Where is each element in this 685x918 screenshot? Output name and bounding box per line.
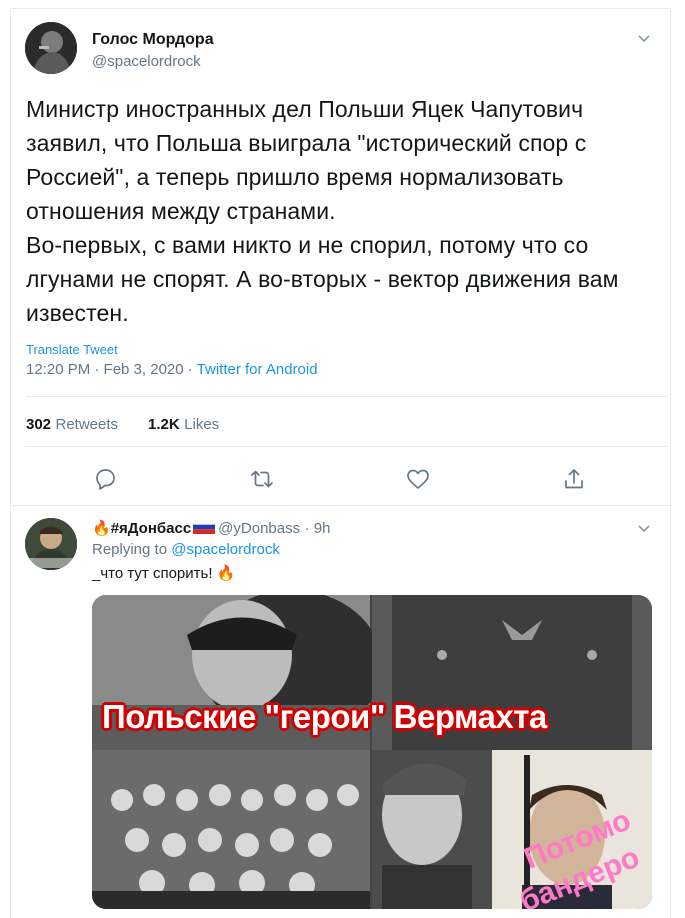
retweets-stat[interactable]: 302 Retweets: [26, 416, 118, 434]
tweet-source-link[interactable]: Twitter for Android: [197, 361, 318, 378]
russia-flag-icon: [192, 519, 216, 534]
author-name[interactable]: Голос Мордора: [92, 31, 214, 49]
author-avatar[interactable]: [25, 22, 77, 74]
likes-stat[interactable]: 1.2K Likes: [148, 416, 219, 434]
divider-stats: [26, 446, 667, 447]
divider-thread: [10, 505, 670, 506]
retweets-count: 302: [26, 416, 52, 433]
tweet-text: Министр иностранных дел Польши Яцек Чапу…: [26, 96, 619, 326]
likes-label: Likes: [184, 416, 220, 433]
reply-author-handle[interactable]: @yDonbass: [218, 520, 300, 537]
author-handle[interactable]: @spacelordrock: [92, 53, 201, 70]
retweets-label: Retweets: [55, 416, 119, 433]
translate-tweet-link[interactable]: Translate Tweet: [26, 342, 118, 357]
reply-author-avatar[interactable]: [25, 518, 77, 570]
replying-to-label: Replying to: [92, 541, 168, 558]
reply-text-row: _что тут спорить! 🔥: [92, 564, 235, 582]
chevron-down-icon[interactable]: [637, 32, 651, 46]
likes-count: 1.2K: [148, 416, 180, 433]
reply-time[interactable]: · 9h: [305, 520, 331, 537]
divider-top: [26, 396, 667, 397]
image-banner-text: Польские "герои" Вермахта: [102, 698, 547, 735]
tweet-timestamp[interactable]: 12:20 PM · Feb 3, 2020 ·: [26, 361, 197, 378]
reply-image[interactable]: Польские "герои" Вермахта Потомо бандеро: [92, 595, 652, 909]
share-icon[interactable]: [561, 466, 587, 492]
reply-header: 🔥#яДонбасс @yDonbass · 9h: [92, 519, 330, 538]
replying-to: Replying to @spacelordrock: [92, 541, 280, 558]
reply-icon[interactable]: [92, 466, 118, 492]
reply-chevron-down-icon[interactable]: [637, 522, 651, 536]
reply-author-name[interactable]: #яДонбасс: [111, 520, 191, 537]
reply-text: _что тут спорить!: [92, 565, 213, 582]
fire-icon: 🔥: [92, 520, 111, 537]
tweet-meta: 12:20 PM · Feb 3, 2020 · Twitter for And…: [26, 361, 318, 378]
like-icon[interactable]: [405, 466, 431, 492]
retweet-icon[interactable]: [249, 466, 275, 492]
replying-to-handle[interactable]: @spacelordrock: [171, 541, 280, 558]
fire-icon: 🔥: [216, 565, 236, 582]
